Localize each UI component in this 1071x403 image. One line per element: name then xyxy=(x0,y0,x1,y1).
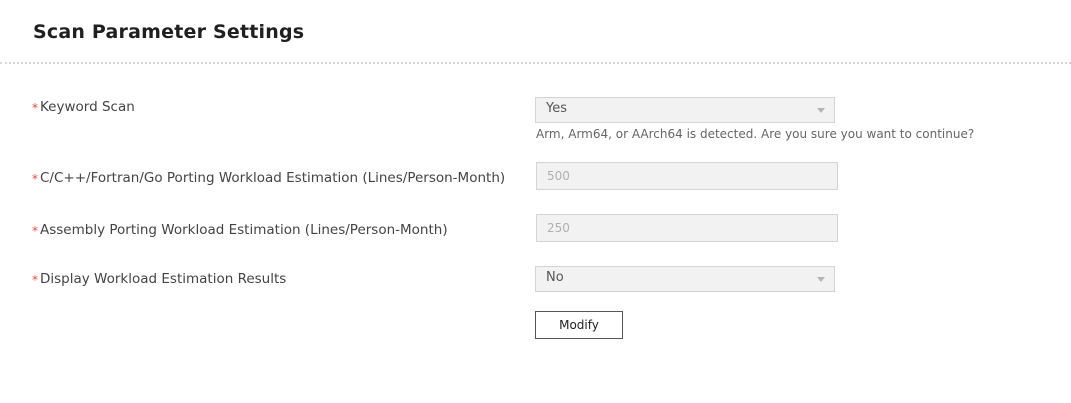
display-results-select[interactable]: No xyxy=(535,266,835,292)
required-marker: * xyxy=(32,224,38,238)
keyword-scan-hint: Arm, Arm64, or AArch64 is detected. Are … xyxy=(536,127,975,141)
required-marker: * xyxy=(32,172,38,186)
required-marker: * xyxy=(32,273,38,287)
display-results-label-text: Display Workload Estimation Results xyxy=(40,271,287,287)
page-title: Scan Parameter Settings xyxy=(33,21,305,43)
asm-workload-label-text: Assembly Porting Workload Estimation (Li… xyxy=(40,222,448,238)
display-results-label: * Display Workload Estimation Results xyxy=(32,269,286,289)
c-workload-value: 500 xyxy=(547,169,570,183)
chevron-down-icon xyxy=(817,277,825,282)
asm-workload-input[interactable]: 250 xyxy=(536,214,838,242)
required-marker: * xyxy=(32,101,38,115)
keyword-scan-label: * Keyword Scan xyxy=(32,97,135,117)
modify-button[interactable]: Modify xyxy=(535,311,623,339)
keyword-scan-select[interactable]: Yes xyxy=(535,97,835,123)
c-workload-label: * C/C++/Fortran/Go Porting Workload Estim… xyxy=(32,168,505,188)
keyword-scan-value: Yes xyxy=(546,101,567,116)
asm-workload-value: 250 xyxy=(547,221,570,235)
chevron-down-icon xyxy=(817,108,825,113)
display-results-value: No xyxy=(546,270,564,285)
header-divider xyxy=(0,62,1071,64)
keyword-scan-label-text: Keyword Scan xyxy=(40,99,135,115)
asm-workload-label: * Assembly Porting Workload Estimation (L… xyxy=(32,220,448,240)
c-workload-label-text: C/C++/Fortran/Go Porting Workload Estima… xyxy=(40,170,506,186)
c-workload-input[interactable]: 500 xyxy=(536,162,838,190)
